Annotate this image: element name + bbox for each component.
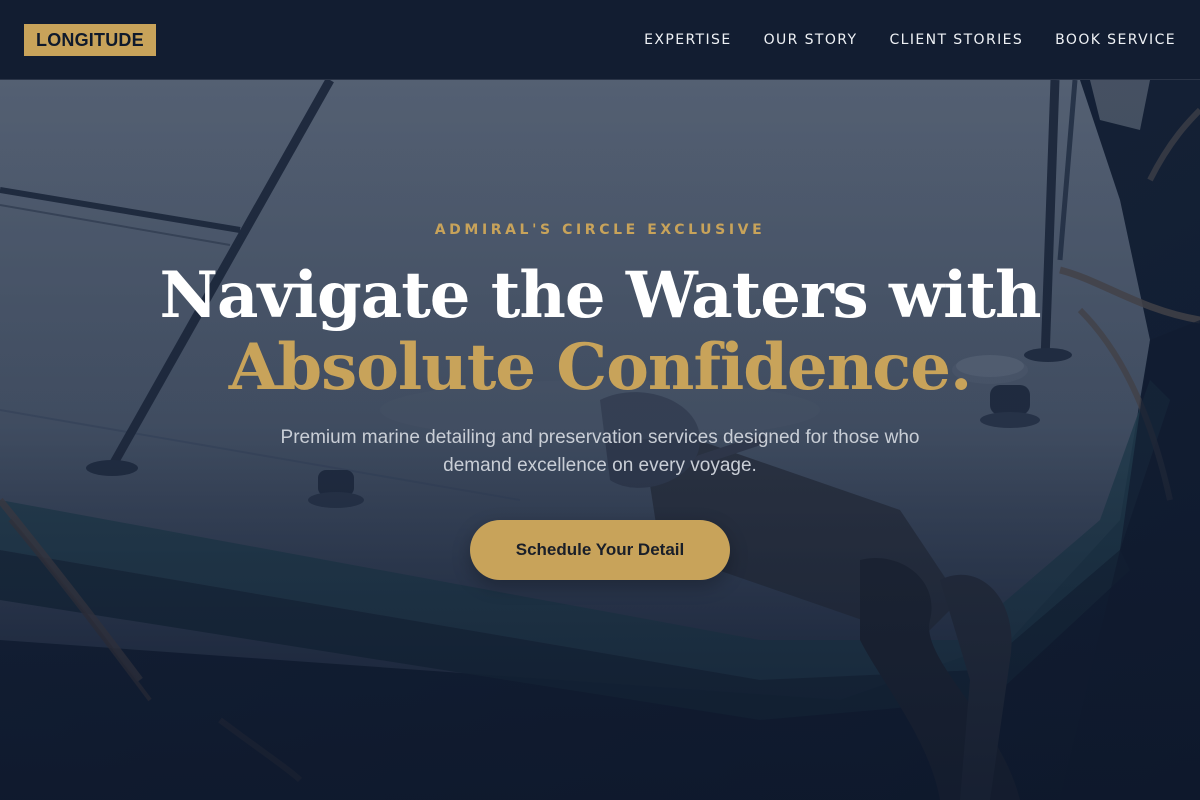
hero-subtext: Premium marine detailing and preservatio…: [280, 427, 920, 476]
nav-link-our-story[interactable]: OUR STORY: [764, 30, 858, 50]
nav-link-expertise[interactable]: EXPERTISE: [644, 30, 731, 50]
hero-section: ADMIRAL'S CIRCLE EXCLUSIVE Navigate the …: [0, 80, 1200, 800]
landing-page: LONGITUDE EXPERTISE OUR STORY CLIENT STO…: [0, 0, 1200, 800]
nav-link-client-stories[interactable]: CLIENT STORIES: [889, 30, 1023, 50]
hero-headline: Navigate the Waters with Absolute Confid…: [0, 260, 1200, 404]
top-nav: LONGITUDE EXPERTISE OUR STORY CLIENT STO…: [0, 0, 1200, 80]
schedule-detail-button[interactable]: Schedule Your Detail: [470, 520, 730, 580]
logo[interactable]: LONGITUDE: [24, 24, 156, 56]
nav-link-book-service[interactable]: BOOK SERVICE: [1055, 30, 1176, 50]
hero-eyebrow: ADMIRAL'S CIRCLE EXCLUSIVE: [434, 222, 766, 238]
hero-headline-line2: Absolute Confidence.: [228, 330, 973, 405]
nav-links: EXPERTISE OUR STORY CLIENT STORIES BOOK …: [644, 30, 1176, 50]
hero-headline-line1: Navigate the Waters with: [159, 258, 1042, 333]
